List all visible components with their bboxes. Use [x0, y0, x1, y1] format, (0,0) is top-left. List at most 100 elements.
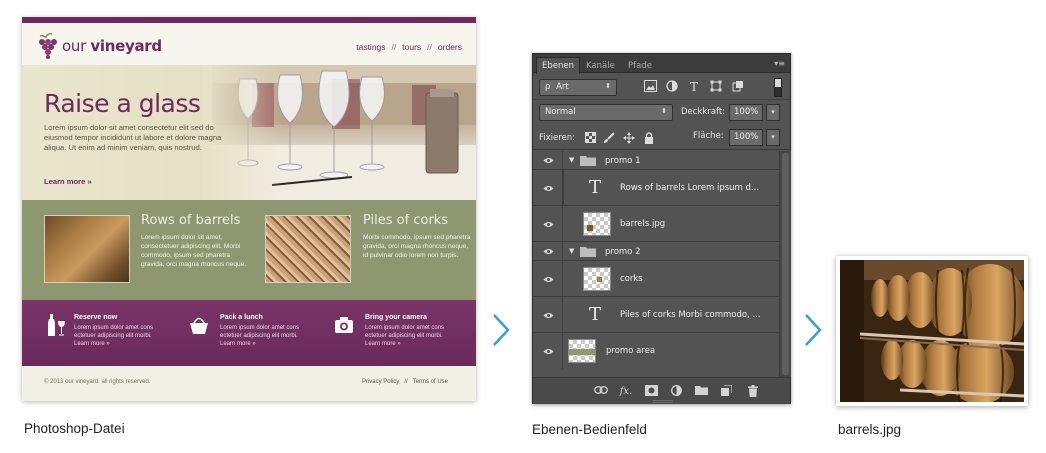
lock-transparent-pixels-icon[interactable] [584, 132, 596, 144]
indent-line [563, 170, 564, 206]
lock-image-pixels-brush-icon[interactable] [603, 132, 615, 144]
layer-name: promo 1 [605, 156, 641, 166]
tab-paths[interactable]: Pfade [623, 58, 657, 73]
updown-caret-icon: ⬍ [661, 107, 667, 115]
layer-row-image[interactable]: corks [533, 261, 779, 297]
visibility-cell[interactable] [533, 151, 563, 169]
layer-filter-row: ρ Art ⬍ T [533, 74, 790, 100]
group-expand-icon[interactable]: ▼ [569, 156, 574, 164]
hero-section: Raise a glass Lorem ipsum dolor sit amet… [22, 65, 476, 200]
layer-thumbnail [583, 267, 611, 291]
scrollbar-thumb[interactable] [782, 153, 789, 375]
footer-links: Privacy Policy // Terms of Use [362, 379, 448, 385]
hero-text: Lorem ipsum dolor sit amet consectetur e… [44, 123, 222, 153]
site-logo[interactable]: our vineyard [36, 33, 162, 59]
opacity-label: Deckkraft: [681, 107, 726, 117]
visibility-cell[interactable] [533, 333, 563, 369]
filter-type-icon[interactable]: T [687, 80, 701, 94]
band-1-text: Lorem ipsum dolor amet cons ectetuer adi… [74, 324, 174, 348]
opacity-input[interactable]: 100% [729, 104, 763, 121]
filter-shape-icon[interactable] [709, 80, 723, 94]
nav-tours[interactable]: tours [402, 42, 421, 52]
eye-icon [543, 222, 554, 227]
thumbnail-content [569, 349, 595, 355]
trash-icon[interactable] [746, 385, 760, 398]
panel-menu-icon[interactable]: ▾≡ [774, 59, 785, 68]
folder-icon [580, 156, 596, 166]
photoshop-file-preview: our vineyard tastings // tours // orders [22, 17, 476, 401]
add-mask-icon[interactable] [644, 385, 658, 398]
band-2-text: Lorem ipsum dolor amet cons ectetuer adi… [220, 324, 320, 348]
basket-icon [190, 317, 208, 334]
tab-layers[interactable]: Ebenen [536, 57, 580, 74]
lock-all-icon[interactable] [643, 132, 655, 144]
fill-dropdown-icon[interactable]: ▾ [766, 129, 780, 146]
visibility-cell[interactable] [533, 297, 563, 332]
layers-list: ▼ promo 1 T Rows of barrels Lorem ipsum … [533, 151, 779, 377]
nav-orders[interactable]: orders [438, 42, 462, 52]
hero-learn-more-link[interactable]: Learn more » [44, 177, 92, 186]
footer-terms-link[interactable]: Terms of Use [413, 379, 448, 385]
opacity-dropdown-icon[interactable]: ▾ [766, 104, 780, 121]
band-3-learn-more[interactable]: Learn more » [365, 341, 401, 347]
fill-input[interactable]: 100% [729, 129, 763, 146]
filter-pixel-icon[interactable] [643, 80, 657, 94]
visibility-cell[interactable] [533, 261, 563, 296]
band-1-learn-more[interactable]: Learn more » [74, 341, 110, 347]
search-icon: ρ [545, 82, 551, 92]
promo-barrels-image [44, 215, 130, 283]
arrow-right-icon [493, 314, 510, 346]
layer-name: promo 2 [605, 247, 641, 257]
panel-tab-bar: Ebenen Kanäle Pfade ▾≡ [533, 54, 790, 74]
caption-layers-panel: Ebenen-Bedienfeld [532, 422, 647, 437]
nav-separator: // [391, 42, 397, 52]
text-layer-icon: T [589, 177, 602, 198]
visibility-cell[interactable] [533, 206, 563, 241]
visibility-cell[interactable] [533, 170, 563, 205]
link-layers-icon[interactable] [594, 385, 608, 398]
filter-adjustment-icon[interactable] [665, 80, 679, 94]
new-group-folder-icon[interactable] [694, 385, 708, 398]
panel-resize-grip[interactable] [653, 400, 673, 403]
layer-style-fx-icon[interactable]: fx. [619, 385, 633, 398]
layers-scrollbar[interactable] [779, 151, 791, 377]
layer-row-group[interactable]: ▼ promo 1 [533, 151, 779, 170]
layer-row-text[interactable]: T Piles of corks Morbi commodo, ... [533, 297, 779, 333]
eye-icon [543, 277, 554, 282]
layer-row-image[interactable]: barrels.jpg [533, 206, 779, 242]
band-2-learn-more[interactable]: Learn more » [220, 341, 256, 347]
blend-mode-select[interactable]: Normal ⬍ [539, 104, 673, 121]
lock-position-move-icon[interactable] [623, 132, 635, 144]
new-layer-icon[interactable] [719, 384, 733, 398]
layer-row-text[interactable]: T Rows of barrels Lorem ipsum d... [533, 170, 779, 206]
nav-tastings[interactable]: tastings [356, 42, 385, 52]
barrels-photo-image [840, 260, 1024, 402]
layer-row-image[interactable]: promo area [533, 333, 779, 369]
barrels-illustration [840, 260, 1024, 402]
layer-name: promo area [606, 346, 656, 356]
band-3-title: Bring your camera [365, 314, 427, 321]
layer-row-group[interactable]: ▼ promo 2 [533, 242, 779, 261]
layer-thumbnail [583, 212, 611, 236]
hero-title: Raise a glass [44, 89, 201, 118]
band-1-title: Reserve now [74, 314, 118, 321]
eye-icon [543, 249, 554, 254]
text-layer-icon: T [589, 304, 602, 325]
filter-toggle-switch[interactable] [774, 78, 782, 97]
folder-icon [580, 247, 596, 257]
tab-channels[interactable]: Kanäle [581, 58, 620, 73]
wine-bottle-icon [48, 314, 65, 336]
blend-mode-value: Normal [545, 107, 576, 117]
feature-band: Reserve now Lorem ipsum dolor amet cons … [22, 300, 476, 366]
footer-privacy-link[interactable]: Privacy Policy [362, 379, 399, 385]
eye-icon [543, 186, 554, 191]
arrow-right-icon [805, 314, 822, 346]
visibility-cell[interactable] [533, 242, 563, 260]
filter-kind-select[interactable]: ρ Art ⬍ [539, 79, 617, 96]
layer-name: Piles of corks Morbi commodo, ... [620, 310, 761, 320]
eye-icon [543, 158, 554, 163]
group-expand-icon[interactable]: ▼ [569, 247, 574, 255]
new-adjustment-layer-icon[interactable] [669, 385, 683, 398]
filter-smart-object-icon[interactable] [731, 80, 745, 94]
band-2-title: Pack a lunch [220, 314, 263, 321]
